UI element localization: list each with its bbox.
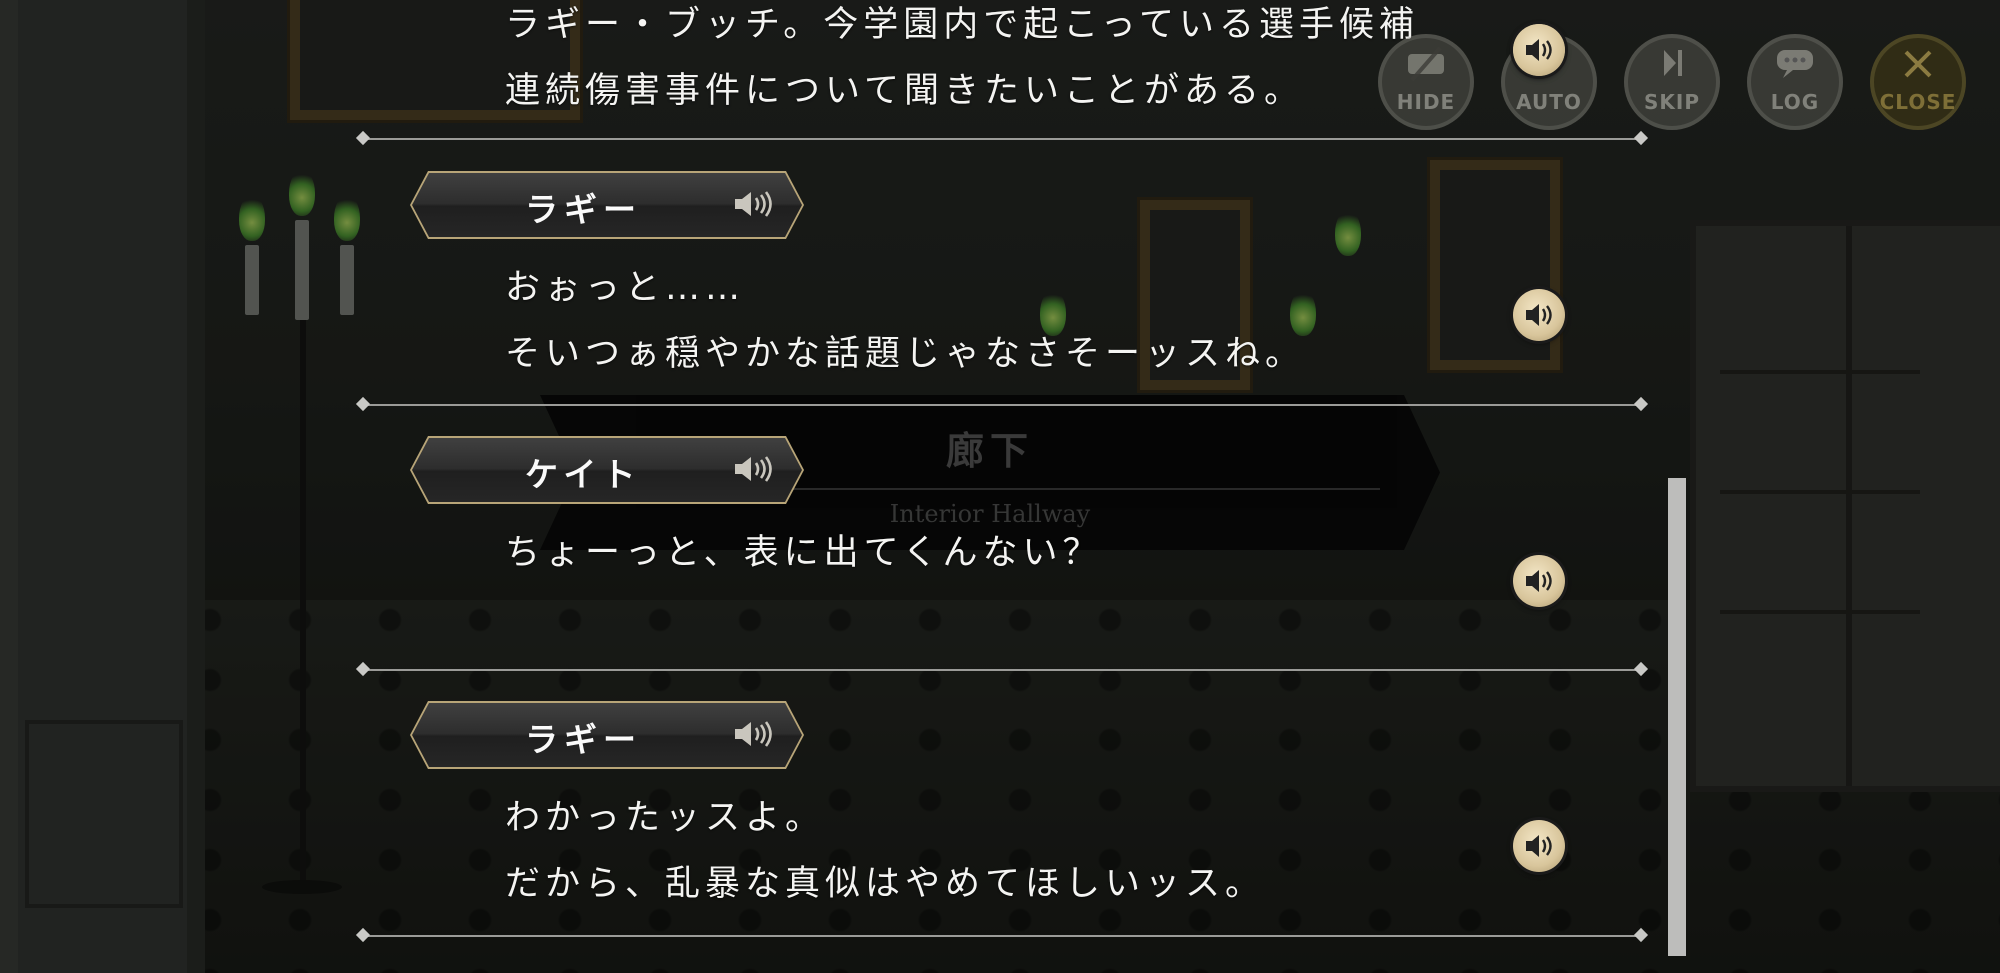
speaker-icon bbox=[1526, 39, 1552, 61]
speaker-icon[interactable] bbox=[732, 720, 772, 748]
eye-slash-icon bbox=[1378, 46, 1474, 91]
log-line: わかったッスよ。 bbox=[505, 798, 826, 838]
skip-label: SKIP bbox=[1643, 90, 1700, 114]
skip-icon bbox=[1624, 46, 1720, 89]
speaker-nameplate: ラギー bbox=[410, 171, 804, 239]
log-line: ラギー・ブッチ。今学園内で起こっている選手候補 bbox=[505, 5, 1420, 45]
speaker-icon bbox=[1526, 304, 1552, 326]
close-button[interactable]: CLOSE bbox=[1870, 34, 1966, 130]
hide-label: HIDE bbox=[1396, 90, 1456, 114]
log-line: ちょーっと、表に出てくんない？ bbox=[505, 533, 1103, 573]
log-label: LOG bbox=[1770, 90, 1820, 114]
log-scrollbar[interactable] bbox=[1668, 478, 1686, 956]
log-entry-text: ラギー・ブッチ。今学園内で起こっている選手候補 連続傷害事件について聞きたいこと… bbox=[505, 0, 1419, 124]
voice-replay-button[interactable] bbox=[1513, 289, 1565, 341]
chat-bubble-icon bbox=[1747, 46, 1843, 89]
log-entry-text: わかったッスよ。 だから、乱暴な真似はやめてほしいッス。 bbox=[505, 785, 1265, 917]
speaker-icon bbox=[1526, 835, 1552, 857]
auto-label: AUTO bbox=[1516, 90, 1582, 114]
log-divider bbox=[362, 669, 1642, 671]
log-divider bbox=[362, 404, 1642, 406]
speaker-name: ケイト bbox=[525, 455, 642, 494]
log-entry-text: おぉっと…… そいつぁ穏やかな話題じゃなさそーッスね。 bbox=[505, 255, 1305, 387]
log-line: だから、乱暴な真似はやめてほしいッス。 bbox=[505, 864, 1266, 904]
speaker-nameplate: ケイト bbox=[410, 436, 804, 504]
log-line: そいつぁ穏やかな話題じゃなさそーッスね。 bbox=[505, 334, 1306, 374]
speaker-icon bbox=[1526, 570, 1552, 592]
speaker-icon[interactable] bbox=[732, 190, 772, 218]
log-line: おぉっと…… bbox=[505, 268, 746, 308]
close-label: CLOSE bbox=[1879, 90, 1957, 114]
voice-replay-button[interactable] bbox=[1513, 555, 1565, 607]
speaker-icon[interactable] bbox=[732, 455, 772, 483]
voice-replay-button-top[interactable] bbox=[1513, 24, 1565, 76]
log-entry-text: ちょーっと、表に出てくんない？ bbox=[505, 520, 1103, 586]
log-divider bbox=[362, 138, 1642, 140]
hide-button[interactable]: HIDE bbox=[1378, 34, 1474, 130]
log-button[interactable]: LOG bbox=[1747, 34, 1843, 130]
log-line: 連続傷害事件について聞きたいことがある。 bbox=[505, 71, 1304, 111]
skip-button[interactable]: SKIP bbox=[1624, 34, 1720, 130]
speaker-name: ラギー bbox=[525, 720, 642, 759]
log-divider bbox=[362, 935, 1642, 937]
speaker-name: ラギー bbox=[525, 190, 642, 229]
voice-replay-button[interactable] bbox=[1513, 820, 1565, 872]
x-icon bbox=[1870, 46, 1966, 91]
speaker-nameplate: ラギー bbox=[410, 701, 804, 769]
